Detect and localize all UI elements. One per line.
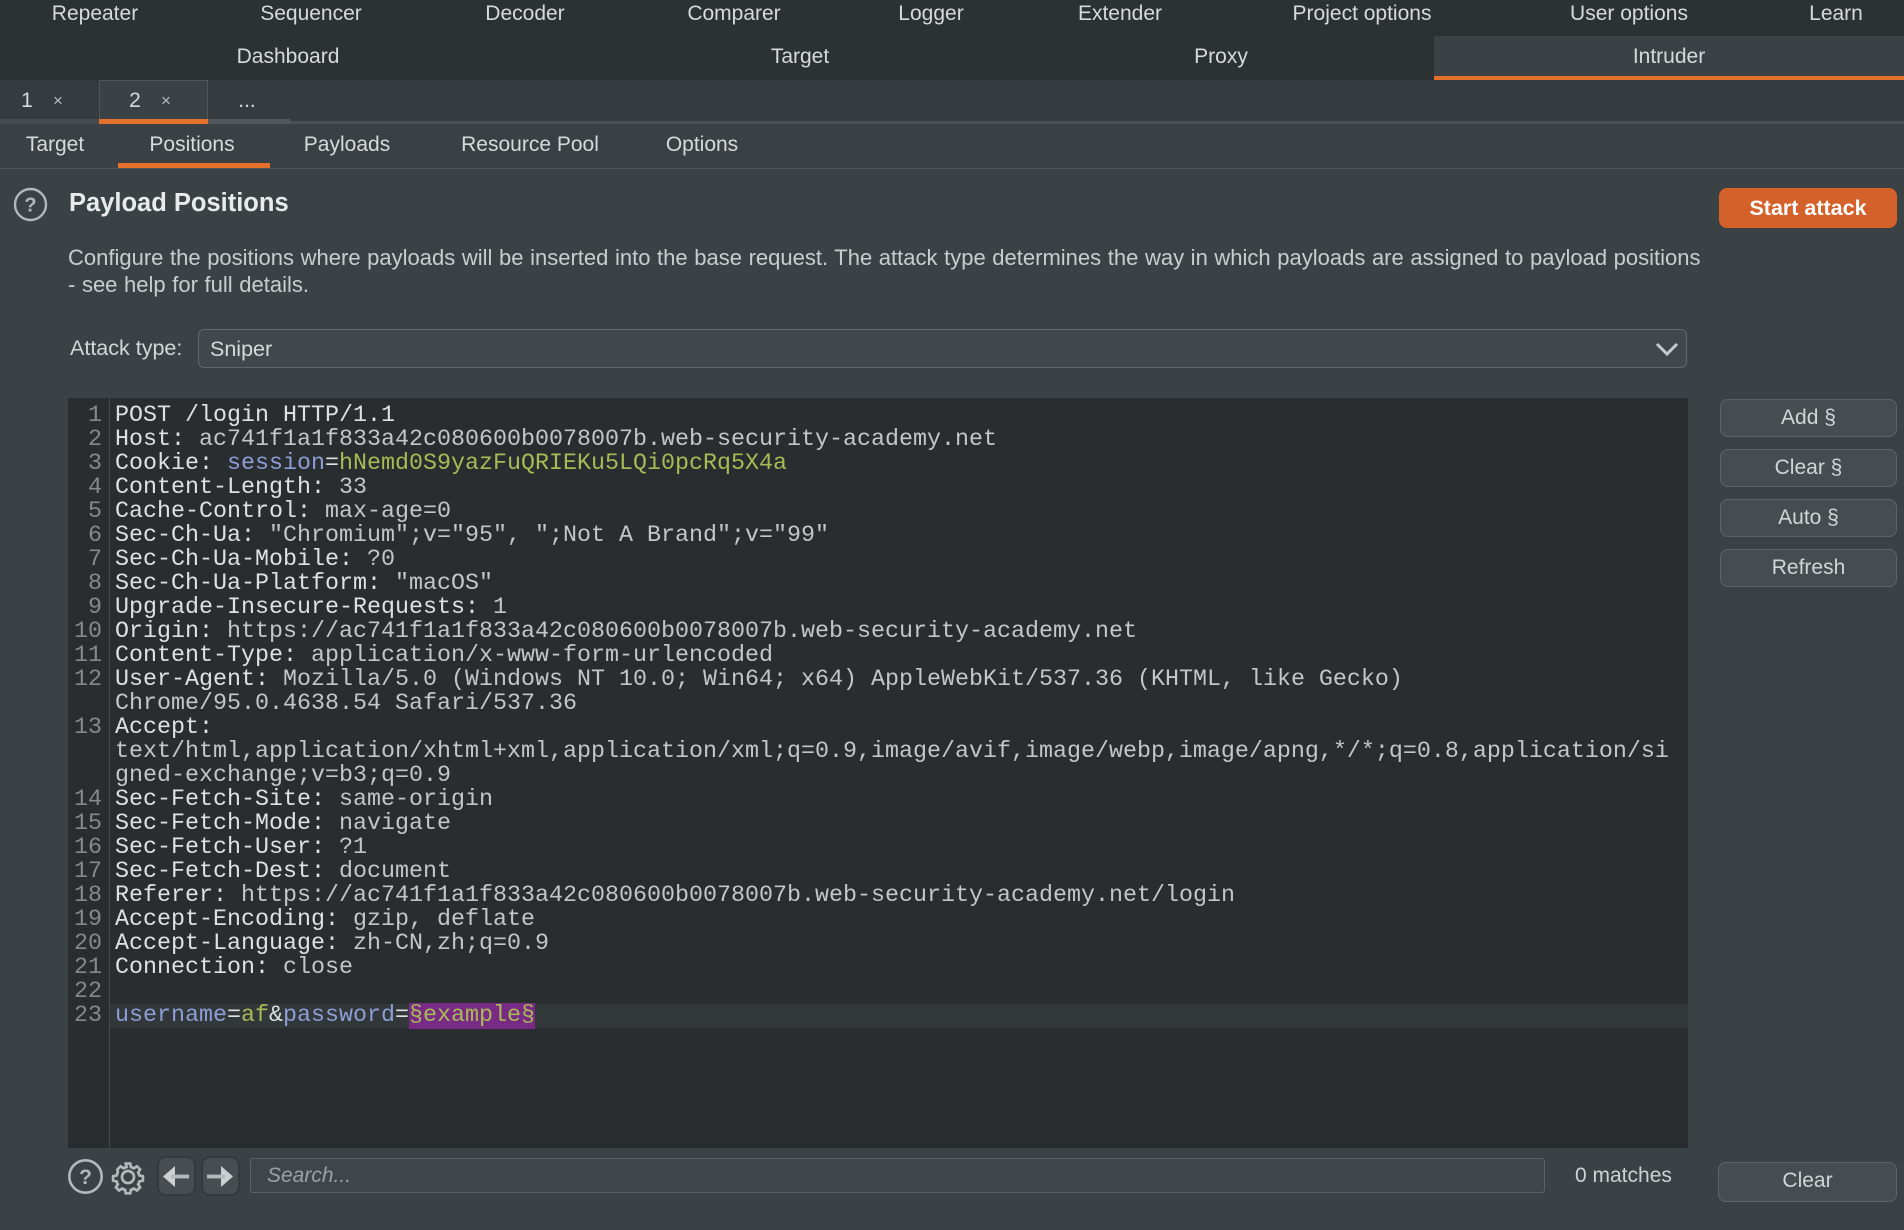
svg-text:?: ? (79, 1166, 92, 1189)
svg-text:?: ? (24, 195, 36, 217)
